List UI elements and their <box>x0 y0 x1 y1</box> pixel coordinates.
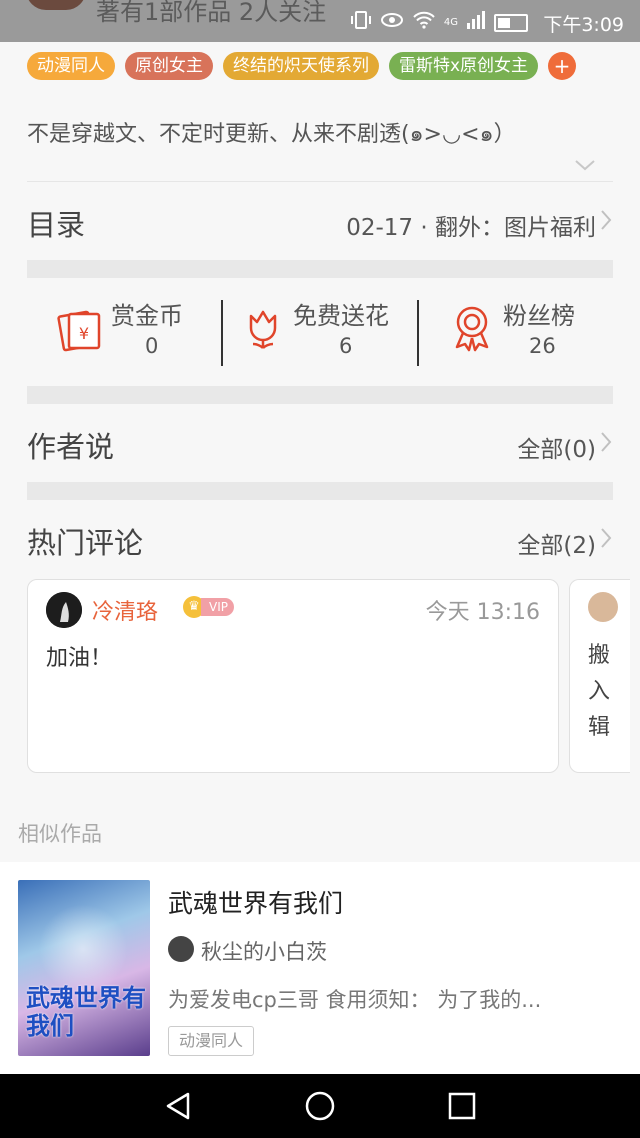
network-type: 4G <box>443 16 458 28</box>
status-bar: 著有1部作品 2人关注 4G 下午3:09 <box>0 0 640 42</box>
book-description: 为爱发电cp三哥 食用须知： 为了我的... <box>168 988 542 1012</box>
free-flowers-stat[interactable]: 免费送花 6 <box>223 292 417 372</box>
red-envelope-icon: ¥ <box>57 308 103 356</box>
book-title: 武魂世界有我们 <box>168 889 344 918</box>
tag-item[interactable]: 动漫同人 <box>27 52 115 80</box>
comment-card[interactable]: 冷清珞 ♛ VIP 今天 13:16 加油！ <box>27 579 559 773</box>
clock: 下午3:09 <box>543 14 624 36</box>
comment-time: 今天 13:16 <box>425 600 540 625</box>
similar-works-heading: 相似作品 <box>18 822 102 846</box>
home-icon[interactable] <box>304 1090 336 1122</box>
add-tag-button[interactable]: + <box>548 52 577 80</box>
chevron-right-icon <box>599 526 613 556</box>
flower-icon <box>243 306 283 356</box>
author-info-partial: 著有1部作品 2人关注 <box>96 0 327 26</box>
tag-list: 动漫同人 原创女主 终结的炽天使系列 雷斯特x原创女主 + <box>27 52 577 80</box>
hot-comments-all: 全部(2) <box>517 533 596 559</box>
commenter-avatar[interactable] <box>588 592 618 622</box>
book-tag: 动漫同人 <box>168 1026 255 1056</box>
tag-item[interactable]: 雷斯特x原创女主 <box>389 52 539 80</box>
flowers-value: 6 <box>339 334 353 358</box>
tag-item[interactable]: 原创女主 <box>125 52 213 80</box>
expand-chevron-icon[interactable] <box>574 152 596 176</box>
fans-label: 粉丝榜 <box>503 302 575 330</box>
section-gap <box>27 482 613 500</box>
vibrate-icon <box>350 10 372 35</box>
fan-ranking-stat[interactable]: 粉丝榜 26 <box>419 292 613 372</box>
stats-row: ¥ 赏金币 0 免费送花 6 粉丝榜 26 <box>27 292 613 372</box>
latest-chapter: 02-17 · 翻外：图片福利 <box>346 215 596 241</box>
commenter-name[interactable]: 冷清珞 <box>92 594 158 626</box>
hot-comments-title: 热门评论 <box>27 526 144 560</box>
cover-title: 武魂世界有我们 <box>26 984 146 1040</box>
catalog-title: 目录 <box>27 208 86 242</box>
reward-coins-stat[interactable]: ¥ 赏金币 0 <box>27 292 221 372</box>
comment-text: 搬入辑 <box>588 643 611 740</box>
award-ribbon-icon <box>451 304 493 356</box>
author-says-title: 作者说 <box>27 430 115 464</box>
wifi-icon <box>412 11 436 34</box>
fans-value: 26 <box>529 334 556 358</box>
navigation-bar <box>0 1074 640 1138</box>
book-cover[interactable]: 武魂世界有我们 <box>18 880 150 1056</box>
vip-label: VIP <box>201 598 234 616</box>
reward-label: 赏金币 <box>111 302 183 330</box>
chevron-right-icon <box>599 430 613 460</box>
book-author: 秋尘的小白茨 <box>201 940 327 964</box>
svg-text:¥: ¥ <box>79 324 89 343</box>
vip-badge: ♛ VIP <box>183 596 234 618</box>
synopsis-text: 不是穿越文、不定时更新、从来不剧透(๑>◡<๑） <box>27 122 516 147</box>
commenter-avatar[interactable] <box>46 592 82 628</box>
status-icons: 4G <box>350 10 528 35</box>
reward-value: 0 <box>145 334 159 358</box>
back-icon[interactable] <box>162 1090 194 1122</box>
flowers-label: 免费送花 <box>293 302 389 330</box>
chevron-right-icon <box>599 208 613 238</box>
author-avatar <box>168 936 194 962</box>
eye-icon <box>380 12 404 33</box>
recent-apps-icon[interactable] <box>446 1090 478 1122</box>
comment-card[interactable]: 搬入辑 <box>569 579 630 773</box>
section-gap <box>27 260 613 278</box>
cover-glow <box>38 904 128 994</box>
similar-book-item[interactable]: 武魂世界有我们 武魂世界有我们 秋尘的小白茨 为爱发电cp三哥 食用须知： 为了… <box>0 862 640 1074</box>
author-avatar-partial <box>26 0 86 10</box>
signal-icon <box>466 11 486 34</box>
comment-text: 加油！ <box>46 646 113 671</box>
tag-item[interactable]: 终结的炽天使系列 <box>223 52 379 80</box>
battery-icon <box>494 13 528 32</box>
divider <box>27 181 613 182</box>
author-says-all: 全部(0) <box>517 437 596 463</box>
section-gap <box>27 386 613 404</box>
